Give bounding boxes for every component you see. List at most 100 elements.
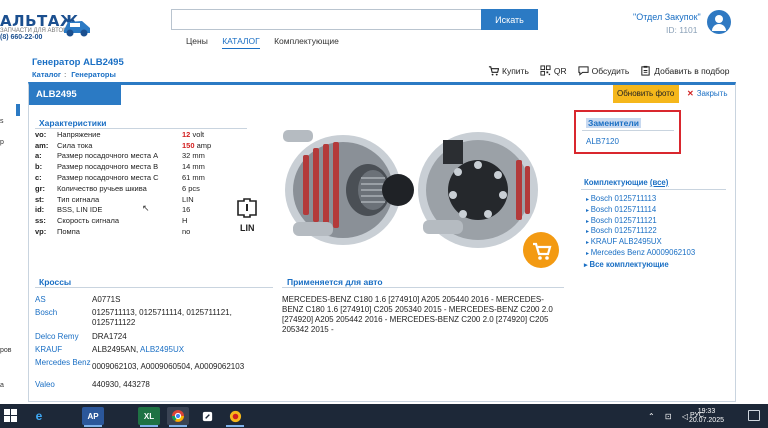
replacements-divider [582, 130, 674, 131]
qr-icon [540, 65, 551, 76]
add-to-selection-button[interactable]: Добавить в подбор [640, 65, 730, 76]
spec-row: a: Размер посадочного места A 32 mm [35, 151, 205, 161]
files-icon [202, 411, 212, 421]
replacements-box: Заменители ALB7120 [574, 110, 681, 154]
logo-phone: (8) 660-22-00 [0, 34, 43, 41]
cross-row: KRAUF ALB2495AN, ALB2495UX [35, 345, 185, 354]
replacement-link[interactable]: ALB7120 [586, 137, 619, 146]
buy-button[interactable]: Купить [488, 65, 529, 76]
chrome-icon [172, 410, 184, 422]
car-logo-icon [64, 21, 90, 37]
complect-item[interactable]: Bosch 0125711121 [584, 216, 695, 227]
complects-list: Комплектующие (все) Bosch 0125711113 Bos… [584, 178, 695, 269]
all-complects-link[interactable]: Все комплектующие [584, 260, 695, 269]
nav-prices[interactable]: Цены [186, 36, 208, 46]
taskbar-access-icon[interactable]: AP [82, 407, 104, 427]
specs-table: vo: Напряжение 12 volt am: Сила тока 150 amp… [35, 129, 232, 237]
taskbar-excel-icon[interactable]: XL [138, 407, 160, 427]
spec-row: b: Размер посадочного места B 14 mm [35, 162, 205, 172]
cart-icon [533, 242, 552, 260]
chat-icon [578, 66, 589, 76]
tray-icons[interactable]: ⌃ ⊡ ◁ [648, 412, 692, 421]
spec-row: st: Тип сигнала LIN [35, 194, 194, 204]
windows-start-icon[interactable] [4, 409, 18, 423]
article-number: ALB2495 [29, 85, 121, 105]
complect-item[interactable]: Bosch 0125711122 [584, 226, 695, 237]
replacements-title: Заменители [586, 118, 641, 128]
complects-all-link[interactable]: (все) [650, 178, 668, 187]
nav-components[interactable]: Комплектующие [274, 36, 339, 46]
complect-item[interactable]: Bosch 0125711114 [584, 205, 695, 216]
search-input[interactable] [171, 9, 482, 30]
taskbar-chrome-icon[interactable] [167, 407, 189, 427]
discuss-button[interactable]: Обсудить [578, 65, 630, 76]
windows-taskbar: IEe AP XL ⌃ ⊡ ◁ РУС 19:33 20.07.2025 [0, 404, 768, 428]
clipboard-icon [641, 65, 650, 76]
nav-catalog[interactable]: КАТАЛОГ [222, 36, 260, 49]
crosses-divider [35, 287, 273, 288]
sidebar-active-marker [16, 104, 20, 116]
clock-time: 19:33 [697, 408, 716, 415]
update-photo-button[interactable]: Обновить фото [613, 85, 679, 103]
page-title: Генератор ALB2495 [32, 57, 124, 68]
close-button[interactable]: ✕ Закрыть [687, 89, 728, 98]
product-photo[interactable] [273, 110, 553, 275]
product-card: ALB2495 Обновить фото ✕ Закрыть Характери… [28, 82, 736, 402]
cart-icon [488, 66, 499, 76]
search-button[interactable]: Искать [481, 9, 538, 30]
spec-row: am: Сила тока 150 amp [35, 140, 212, 150]
sidebar-fragment-1[interactable]: s [0, 118, 4, 125]
spec-row: c: Размер посадочного места C 61 mm [35, 173, 205, 183]
user-id: ID: 1101 [666, 25, 698, 35]
cross-row: Mercedes Benz 0009062103, A0009060504, A0… [35, 358, 245, 371]
specs-title: Характеристики [39, 118, 107, 128]
mouse-pointer-icon: ↖ [142, 203, 150, 213]
spec-row: vo: Напряжение 12 volt [35, 129, 205, 139]
buy-label: Купить [502, 65, 529, 76]
qr-button[interactable]: QR [540, 65, 567, 76]
taskbar-clock[interactable]: 19:33 20.07.2025 [689, 407, 724, 425]
cross-row: Valeo 440930, 443278 [35, 380, 150, 389]
user-name[interactable]: "Отдел Закупок" [633, 12, 701, 22]
spec-row: gr: Количество ручьев шкива 6 pcs [35, 183, 200, 193]
complect-item[interactable]: Mercedes Benz A0009062103 [584, 248, 695, 259]
taskbar-files-icon[interactable] [196, 407, 218, 425]
complect-item[interactable]: Bosch 0125711113 [584, 194, 695, 205]
applies-title: Применяется для авто [287, 277, 383, 287]
applies-divider [282, 287, 564, 288]
app-icon [229, 410, 241, 422]
breadcrumb-generators[interactable]: Генераторы [71, 70, 116, 79]
spec-row: vp: Помпа no [35, 227, 191, 237]
site-logo[interactable]: АЛЬТАЖ ЗАПЧАСТИ ДЛЯ АВТОМАТИКИ (8) 660-2… [0, 6, 110, 41]
add-to-selection-label: Добавить в подбор [654, 65, 730, 76]
sidebar-fragment-2[interactable]: р [0, 139, 4, 146]
cross-row: Delco Remy DRA1724 [35, 332, 127, 341]
left-sidebar-fragment: s р ров а [0, 82, 24, 402]
close-icon: ✕ [687, 89, 694, 98]
spec-row: id: BSS, LIN IDE 16 [35, 205, 191, 215]
discuss-label: Обсудить [591, 65, 630, 76]
clock-date: 20.07.2025 [688, 417, 724, 424]
notifications-icon[interactable] [748, 410, 760, 421]
taskbar-app-icon[interactable] [224, 407, 246, 427]
product-actions: Купить QR Обсудить Добавить в подбор [488, 65, 730, 76]
complects-title: Комплектующие (все) [584, 178, 669, 187]
main-nav: Цены КАТАЛОГ Комплектующие [186, 36, 351, 49]
cross-row: Bosch 0125711113, 0125711114, 0125711121,… [35, 308, 232, 327]
spec-row: ss: Скорость сигнала H [35, 216, 188, 226]
sidebar-fragment-4[interactable]: ров [0, 347, 12, 354]
complect-item[interactable]: KRAUF ALB2495UX [584, 237, 695, 248]
lin-label: LIN [240, 223, 255, 233]
site-header: АЛЬТАЖ ЗАПЧАСТИ ДЛЯ АВТОМАТИКИ (8) 660-2… [0, 0, 768, 50]
taskbar-ie-icon[interactable]: IEe [28, 407, 50, 425]
breadcrumb-catalog[interactable]: Каталог [32, 70, 61, 79]
user-avatar-icon[interactable] [707, 10, 731, 34]
page-scrollbar[interactable] [756, 50, 768, 404]
cross-link[interactable]: ALB2495UX [140, 345, 184, 354]
qr-label: QR [553, 65, 567, 76]
close-label: Закрыть [696, 89, 728, 98]
quick-order-button[interactable] [523, 232, 559, 268]
sidebar-fragment-5[interactable]: а [0, 382, 4, 389]
applies-to-vehicles: MERCEDES-BENZ C180 1.6 [274910] A205 205… [282, 295, 553, 334]
cross-row: AS A0771S [35, 295, 121, 304]
